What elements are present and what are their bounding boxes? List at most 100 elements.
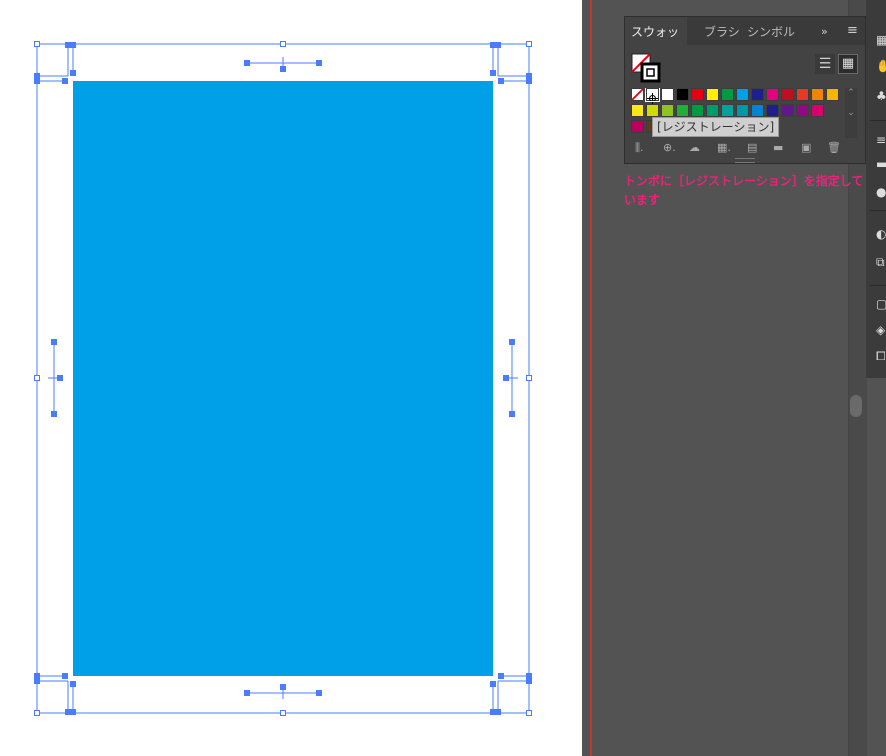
anchor-point (316, 690, 322, 696)
anchor-point (57, 375, 63, 381)
swatch[interactable] (811, 104, 824, 117)
anchor-point (509, 339, 515, 345)
swatch-tooltip: [レジストレーション] (652, 117, 780, 137)
swatch[interactable] (691, 88, 704, 101)
swatch[interactable] (751, 88, 764, 101)
artboard (0, 0, 582, 756)
swatch[interactable] (796, 104, 809, 117)
swatch[interactable] (721, 88, 734, 101)
swatch[interactable] (691, 104, 704, 117)
anchor-point (70, 709, 76, 715)
swatch[interactable] (811, 88, 824, 101)
hand-icon[interactable]: ✋ (876, 60, 886, 72)
transparency-panel-icon[interactable]: ● (876, 186, 886, 198)
anchor-point (490, 42, 496, 48)
swatch-registration[interactable] (645, 88, 660, 104)
layers-panel-icon[interactable]: ◈ (876, 324, 886, 336)
library-icon[interactable]: ⫼. (635, 141, 644, 155)
swatches-panel: スウォッチ ブラシ シンボル » ≡ ☰ ▦ ⌃⌄ [レジストレーション] ⫼.… (624, 16, 866, 164)
anchor-point (70, 681, 76, 687)
dock-divider (870, 120, 886, 121)
cloud-icon[interactable]: ☁ (689, 141, 700, 155)
dock-divider (870, 210, 886, 211)
swatch[interactable] (676, 104, 689, 117)
dock-divider (870, 285, 886, 286)
anchor-point (503, 375, 509, 381)
anchor-point (34, 678, 40, 684)
anchor-point (526, 678, 532, 684)
tab-symbols[interactable]: シンボル (741, 17, 801, 45)
bounding-handle (526, 41, 532, 47)
new-swatch-icon[interactable]: ▣ (801, 141, 811, 155)
anchor-point (244, 60, 250, 66)
swatch[interactable] (736, 104, 749, 117)
anchor-point (495, 709, 501, 715)
bleed-guide-line (590, 0, 592, 756)
swatch[interactable] (646, 104, 659, 117)
swatch[interactable] (826, 88, 839, 101)
swatch[interactable] (766, 104, 779, 117)
bounding-handle (34, 375, 40, 381)
anchor-point (490, 709, 496, 715)
swatch-scrollbar[interactable]: ⌃ ⌄ (845, 88, 857, 138)
anchor-point (65, 42, 71, 48)
anchor-point (34, 78, 40, 84)
anchor-point (70, 42, 76, 48)
new-folder-icon[interactable]: ▬ (773, 141, 783, 155)
swatch[interactable] (676, 88, 689, 101)
artboards-panel-icon[interactable]: ▢ (876, 298, 886, 310)
anchor-point (509, 411, 515, 417)
anchor-point (526, 673, 532, 679)
bounding-handle (34, 41, 40, 47)
anchor-point (280, 66, 286, 72)
bounding-handle (280, 710, 286, 716)
list-view-icon[interactable]: ☰ (815, 54, 835, 74)
anchor-point (65, 709, 71, 715)
swatch[interactable] (706, 88, 719, 101)
swatch[interactable] (796, 88, 809, 101)
bounding-handle (34, 710, 40, 716)
swatch[interactable] (631, 104, 644, 117)
swatch[interactable] (721, 104, 734, 117)
anchor-point (51, 339, 57, 345)
swatch[interactable] (736, 88, 749, 101)
tab-swatches[interactable]: スウォッチ (625, 17, 687, 69)
scrollbar-thumb[interactable] (850, 395, 862, 417)
swatch[interactable] (781, 88, 794, 101)
anchor-point (244, 690, 250, 696)
panel-resize-grip[interactable] (735, 158, 755, 163)
anchor-point (526, 78, 532, 84)
swatch[interactable] (661, 104, 674, 117)
links-panel-icon[interactable]: ⧠ (876, 350, 886, 362)
fill-stroke-indicator[interactable] (631, 53, 661, 83)
gradient-panel-icon[interactable]: ▬ (876, 158, 886, 170)
bounding-handle (280, 41, 286, 47)
graphic-styles-icon[interactable]: ⧉ (876, 256, 886, 268)
libraries-icon[interactable]: ▦ (876, 34, 886, 46)
anchor-point (62, 673, 68, 679)
delete-icon[interactable]: 🗑 (827, 141, 841, 155)
tab-brushes[interactable]: ブラシ (698, 17, 746, 45)
expand-icon[interactable]: » (821, 25, 828, 38)
swatch-options-icon[interactable]: ▦. (717, 141, 731, 155)
swatch[interactable] (631, 120, 644, 133)
anchor-point (51, 411, 57, 417)
swatch[interactable] (766, 88, 779, 101)
club-icon[interactable]: ♣ (876, 90, 886, 102)
anchor-point (498, 78, 504, 84)
show-kinds-icon[interactable]: ⊕. (663, 141, 676, 155)
panel-menu-icon[interactable]: ≡ (847, 23, 858, 38)
appearance-panel-icon[interactable]: ◐ (876, 228, 886, 240)
swatch[interactable] (751, 104, 764, 117)
color-group-icon[interactable]: ▤ (747, 141, 757, 155)
annotation-text: トンボに［レジストレーション］を指定しています (624, 174, 864, 207)
swatch[interactable] (781, 104, 794, 117)
swatch[interactable] (661, 88, 674, 101)
crop-marks-selection[interactable] (0, 0, 582, 756)
grid-view-icon[interactable]: ▦ (838, 54, 858, 74)
panel-tab-bar: スウォッチ ブラシ シンボル » ≡ (625, 17, 865, 69)
stroke-panel-icon[interactable]: ≡ (876, 134, 886, 146)
swatch-none[interactable] (631, 88, 644, 101)
anchor-point (34, 73, 40, 79)
swatch[interactable] (706, 104, 719, 117)
